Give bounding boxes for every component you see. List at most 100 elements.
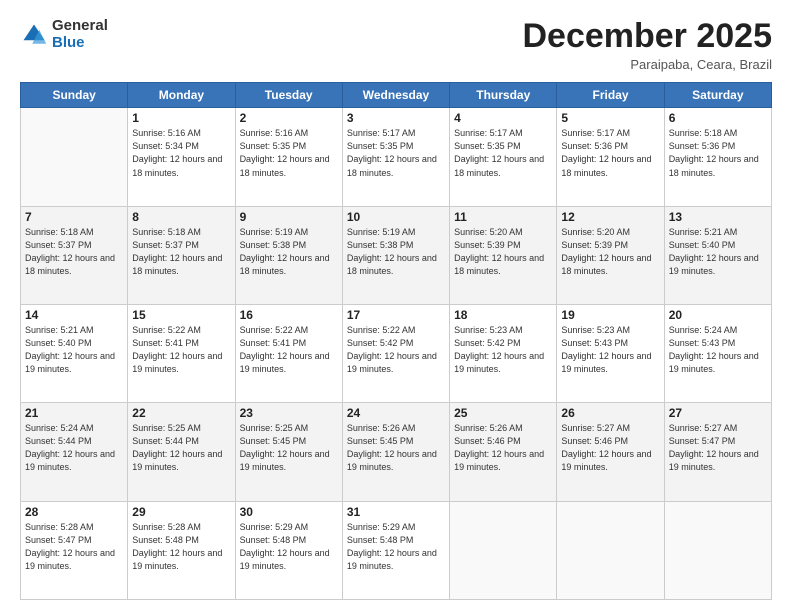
sunset-text: Sunset: 5:35 PM <box>347 141 414 151</box>
table-row: 20 Sunrise: 5:24 AM Sunset: 5:43 PM Dayl… <box>664 305 771 403</box>
sunset-text: Sunset: 5:38 PM <box>240 240 307 250</box>
logo-general: General <box>52 18 108 35</box>
daylight-text: Daylight: 12 hours and 19 minutes. <box>347 351 437 374</box>
table-row: 7 Sunrise: 5:18 AM Sunset: 5:37 PM Dayli… <box>21 206 128 304</box>
daylight-text: Daylight: 12 hours and 18 minutes. <box>454 154 544 177</box>
sunset-text: Sunset: 5:44 PM <box>132 436 199 446</box>
daylight-text: Daylight: 12 hours and 18 minutes. <box>347 154 437 177</box>
calendar-table: Sunday Monday Tuesday Wednesday Thursday… <box>20 82 772 600</box>
day-number: 10 <box>347 210 445 224</box>
sunset-text: Sunset: 5:39 PM <box>561 240 628 250</box>
col-sunday: Sunday <box>21 83 128 108</box>
table-row: 2 Sunrise: 5:16 AM Sunset: 5:35 PM Dayli… <box>235 108 342 206</box>
day-number: 25 <box>454 406 552 420</box>
table-row <box>450 501 557 599</box>
table-row: 10 Sunrise: 5:19 AM Sunset: 5:38 PM Dayl… <box>342 206 449 304</box>
day-number: 12 <box>561 210 659 224</box>
table-row: 24 Sunrise: 5:26 AM Sunset: 5:45 PM Dayl… <box>342 403 449 501</box>
sunrise-text: Sunrise: 5:29 AM <box>240 522 309 532</box>
calendar-header-row: Sunday Monday Tuesday Wednesday Thursday… <box>21 83 772 108</box>
table-row <box>21 108 128 206</box>
daylight-text: Daylight: 12 hours and 19 minutes. <box>669 351 759 374</box>
month-title: December 2025 <box>522 18 772 55</box>
table-row: 5 Sunrise: 5:17 AM Sunset: 5:36 PM Dayli… <box>557 108 664 206</box>
sunset-text: Sunset: 5:35 PM <box>454 141 521 151</box>
table-row: 21 Sunrise: 5:24 AM Sunset: 5:44 PM Dayl… <box>21 403 128 501</box>
daylight-text: Daylight: 12 hours and 18 minutes. <box>240 154 330 177</box>
day-info: Sunrise: 5:28 AM Sunset: 5:48 PM Dayligh… <box>132 521 230 573</box>
sunrise-text: Sunrise: 5:28 AM <box>25 522 94 532</box>
table-row: 4 Sunrise: 5:17 AM Sunset: 5:35 PM Dayli… <box>450 108 557 206</box>
day-number: 18 <box>454 308 552 322</box>
day-number: 19 <box>561 308 659 322</box>
sunset-text: Sunset: 5:47 PM <box>669 436 736 446</box>
sunrise-text: Sunrise: 5:28 AM <box>132 522 201 532</box>
day-number: 23 <box>240 406 338 420</box>
calendar-week-row: 1 Sunrise: 5:16 AM Sunset: 5:34 PM Dayli… <box>21 108 772 206</box>
day-number: 24 <box>347 406 445 420</box>
title-block: December 2025 Paraipaba, Ceara, Brazil <box>522 18 772 72</box>
sunset-text: Sunset: 5:38 PM <box>347 240 414 250</box>
day-info: Sunrise: 5:23 AM Sunset: 5:43 PM Dayligh… <box>561 324 659 376</box>
day-number: 7 <box>25 210 123 224</box>
sunrise-text: Sunrise: 5:25 AM <box>240 423 309 433</box>
day-info: Sunrise: 5:22 AM Sunset: 5:42 PM Dayligh… <box>347 324 445 376</box>
day-number: 28 <box>25 505 123 519</box>
sunset-text: Sunset: 5:36 PM <box>669 141 736 151</box>
table-row: 16 Sunrise: 5:22 AM Sunset: 5:41 PM Dayl… <box>235 305 342 403</box>
sunset-text: Sunset: 5:41 PM <box>132 338 199 348</box>
table-row: 15 Sunrise: 5:22 AM Sunset: 5:41 PM Dayl… <box>128 305 235 403</box>
table-row <box>557 501 664 599</box>
table-row: 23 Sunrise: 5:25 AM Sunset: 5:45 PM Dayl… <box>235 403 342 501</box>
daylight-text: Daylight: 12 hours and 19 minutes. <box>669 449 759 472</box>
sunset-text: Sunset: 5:43 PM <box>561 338 628 348</box>
day-number: 15 <box>132 308 230 322</box>
day-info: Sunrise: 5:18 AM Sunset: 5:37 PM Dayligh… <box>25 226 123 278</box>
sunrise-text: Sunrise: 5:27 AM <box>669 423 738 433</box>
daylight-text: Daylight: 12 hours and 19 minutes. <box>132 449 222 472</box>
day-number: 21 <box>25 406 123 420</box>
day-number: 17 <box>347 308 445 322</box>
sunrise-text: Sunrise: 5:25 AM <box>132 423 201 433</box>
daylight-text: Daylight: 12 hours and 19 minutes. <box>454 351 544 374</box>
sunrise-text: Sunrise: 5:24 AM <box>669 325 738 335</box>
header: General Blue December 2025 Paraipaba, Ce… <box>20 18 772 72</box>
day-number: 5 <box>561 111 659 125</box>
sunset-text: Sunset: 5:41 PM <box>240 338 307 348</box>
day-number: 26 <box>561 406 659 420</box>
day-info: Sunrise: 5:27 AM Sunset: 5:46 PM Dayligh… <box>561 422 659 474</box>
day-number: 8 <box>132 210 230 224</box>
table-row: 14 Sunrise: 5:21 AM Sunset: 5:40 PM Dayl… <box>21 305 128 403</box>
table-row: 22 Sunrise: 5:25 AM Sunset: 5:44 PM Dayl… <box>128 403 235 501</box>
sunset-text: Sunset: 5:36 PM <box>561 141 628 151</box>
day-info: Sunrise: 5:16 AM Sunset: 5:34 PM Dayligh… <box>132 127 230 179</box>
daylight-text: Daylight: 12 hours and 19 minutes. <box>132 548 222 571</box>
table-row: 27 Sunrise: 5:27 AM Sunset: 5:47 PM Dayl… <box>664 403 771 501</box>
day-info: Sunrise: 5:24 AM Sunset: 5:44 PM Dayligh… <box>25 422 123 474</box>
col-friday: Friday <box>557 83 664 108</box>
daylight-text: Daylight: 12 hours and 18 minutes. <box>561 253 651 276</box>
day-info: Sunrise: 5:17 AM Sunset: 5:36 PM Dayligh… <box>561 127 659 179</box>
daylight-text: Daylight: 12 hours and 18 minutes. <box>132 154 222 177</box>
day-number: 16 <box>240 308 338 322</box>
day-number: 27 <box>669 406 767 420</box>
day-info: Sunrise: 5:23 AM Sunset: 5:42 PM Dayligh… <box>454 324 552 376</box>
sunrise-text: Sunrise: 5:22 AM <box>240 325 309 335</box>
daylight-text: Daylight: 12 hours and 18 minutes. <box>669 154 759 177</box>
sunrise-text: Sunrise: 5:17 AM <box>347 128 416 138</box>
day-number: 13 <box>669 210 767 224</box>
logo-icon <box>20 21 48 49</box>
table-row: 12 Sunrise: 5:20 AM Sunset: 5:39 PM Dayl… <box>557 206 664 304</box>
day-info: Sunrise: 5:29 AM Sunset: 5:48 PM Dayligh… <box>240 521 338 573</box>
col-wednesday: Wednesday <box>342 83 449 108</box>
sunrise-text: Sunrise: 5:19 AM <box>240 227 309 237</box>
location-subtitle: Paraipaba, Ceara, Brazil <box>522 57 772 72</box>
sunset-text: Sunset: 5:48 PM <box>240 535 307 545</box>
daylight-text: Daylight: 12 hours and 18 minutes. <box>240 253 330 276</box>
sunset-text: Sunset: 5:48 PM <box>347 535 414 545</box>
sunrise-text: Sunrise: 5:26 AM <box>454 423 523 433</box>
table-row: 19 Sunrise: 5:23 AM Sunset: 5:43 PM Dayl… <box>557 305 664 403</box>
sunrise-text: Sunrise: 5:18 AM <box>669 128 738 138</box>
table-row: 13 Sunrise: 5:21 AM Sunset: 5:40 PM Dayl… <box>664 206 771 304</box>
daylight-text: Daylight: 12 hours and 19 minutes. <box>454 449 544 472</box>
